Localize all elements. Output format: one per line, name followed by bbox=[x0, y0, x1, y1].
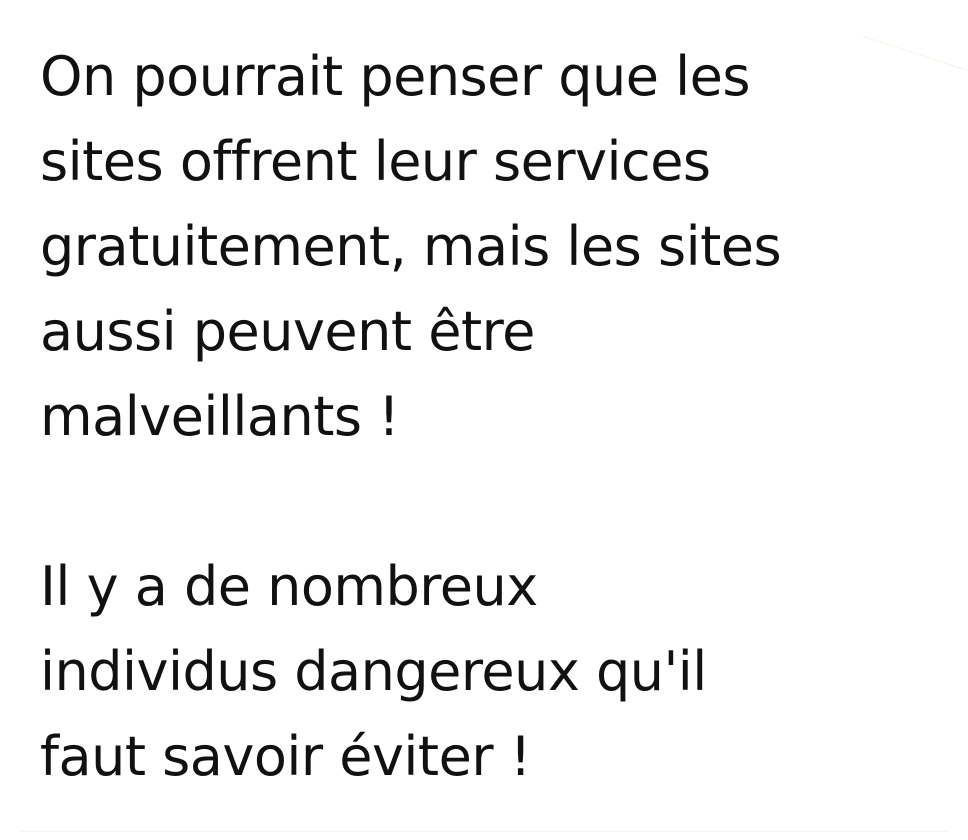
paragraph-1-line-3: gratuitement, mais les sites bbox=[40, 215, 782, 278]
slide-page: On pourrait penser que les sites offrent… bbox=[0, 0, 968, 840]
paragraph-1-line-4: aussi peuvent être bbox=[40, 300, 535, 363]
decorative-bottom-line bbox=[20, 831, 948, 832]
paragraph-1-line-5: malveillants ! bbox=[40, 385, 400, 448]
paragraph-1-line-2: sites offrent leur services bbox=[40, 130, 711, 193]
paragraph-2-line-1: Il y a de nombreux bbox=[40, 555, 538, 618]
message-text-block: On pourrait penser que les sites offrent… bbox=[40, 34, 950, 799]
paragraph-1-line-1: On pourrait penser que les bbox=[40, 45, 751, 108]
paragraph-2-line-2: individus dangereux qu'il bbox=[40, 640, 707, 703]
paragraph-2-line-3: faut savoir éviter ! bbox=[40, 725, 531, 788]
